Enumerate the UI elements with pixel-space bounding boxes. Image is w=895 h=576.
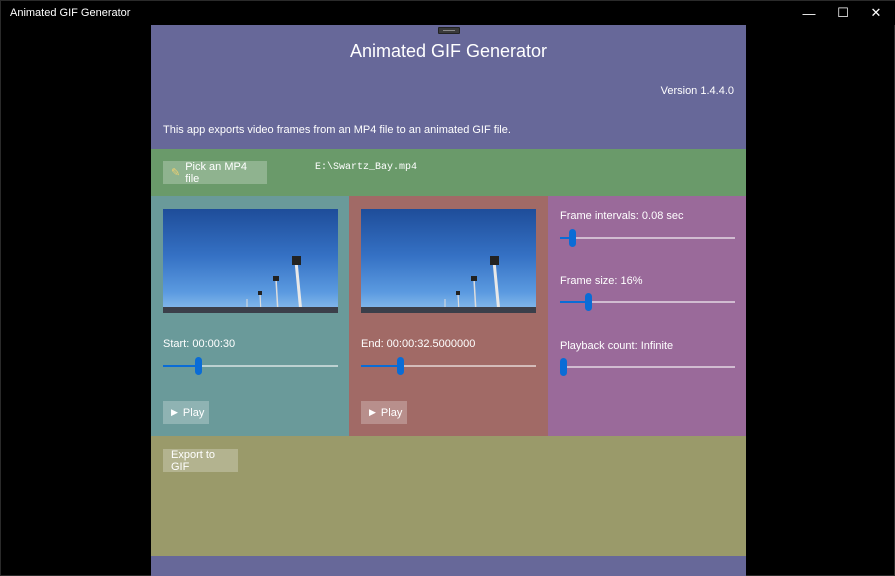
settings-panel: Frame intervals: 0.08 sec Frame size: 16… bbox=[548, 196, 746, 436]
start-frame-thumbnail bbox=[163, 209, 338, 313]
play-icon: ▶ bbox=[171, 407, 178, 417]
page-title: Animated GIF Generator bbox=[349, 41, 548, 61]
drag-handle-icon[interactable] bbox=[438, 27, 460, 34]
slider-fill bbox=[361, 365, 400, 367]
slider-track bbox=[560, 366, 735, 368]
close-icon: ✕ bbox=[870, 5, 882, 20]
export-gif-button[interactable]: Export to GIF bbox=[163, 448, 238, 473]
minimize-icon: — bbox=[802, 5, 816, 21]
slider-thumb[interactable] bbox=[569, 229, 577, 247]
start-play-label: Play bbox=[182, 406, 205, 419]
window-title: Animated GIF Generator bbox=[10, 7, 131, 19]
maximize-icon: ☐ bbox=[837, 5, 849, 20]
slider-thumb[interactable] bbox=[396, 357, 404, 375]
slider-fill bbox=[560, 301, 588, 303]
pick-mp4-button[interactable]: ✎ Pick an MP4 file bbox=[163, 160, 267, 185]
end-play-button[interactable]: ▶ Play bbox=[361, 401, 407, 424]
slider-track bbox=[560, 237, 735, 239]
end-play-label: Play bbox=[380, 406, 403, 419]
end-panel: End: 00:00:32.5000000 ▶ Play bbox=[349, 196, 548, 436]
frame-interval-slider[interactable] bbox=[560, 229, 735, 247]
start-time-label: Start: 00:00:30 bbox=[163, 338, 236, 350]
export-gif-label: Export to GIF bbox=[171, 448, 216, 473]
video-frame-image bbox=[361, 256, 536, 313]
end-frame-thumbnail bbox=[361, 209, 536, 313]
playback-count-label: Playback count: Infinite bbox=[560, 340, 674, 352]
frame-interval-label: Frame intervals: 0.08 sec bbox=[560, 210, 684, 222]
close-button[interactable]: ✕ bbox=[853, 1, 895, 25]
app-content: Animated GIF Generator Version 1.4.4.0 T… bbox=[151, 25, 746, 576]
app-window: Animated GIF Generator — ☐ ✕ Animated GI… bbox=[0, 0, 895, 576]
pick-file-section: ✎ Pick an MP4 file E:\Swartz_Bay.mp4 bbox=[151, 149, 746, 196]
app-description: This app exports video frames from an MP… bbox=[163, 124, 511, 136]
start-panel: Start: 00:00:30 ▶ Play bbox=[151, 196, 349, 436]
magic-wand-icon: ✎ bbox=[171, 167, 181, 179]
video-frame-image bbox=[163, 256, 338, 313]
end-slider[interactable] bbox=[361, 357, 536, 375]
header-section: Animated GIF Generator Version 1.4.4.0 T… bbox=[151, 25, 746, 149]
version-label: Version 1.4.4.0 bbox=[660, 85, 734, 97]
file-path: E:\Swartz_Bay.mp4 bbox=[315, 162, 418, 173]
start-slider[interactable] bbox=[163, 357, 338, 375]
play-icon: ▶ bbox=[369, 407, 376, 417]
export-section: Export to GIF bbox=[151, 436, 746, 556]
start-play-button[interactable]: ▶ Play bbox=[163, 401, 209, 424]
slider-thumb[interactable] bbox=[560, 358, 567, 376]
frame-size-label: Frame size: 16% bbox=[560, 275, 643, 287]
footer-bar bbox=[151, 556, 746, 576]
end-time-label: End: 00:00:32.5000000 bbox=[361, 338, 476, 350]
playback-count-slider[interactable] bbox=[560, 358, 735, 376]
frame-size-slider[interactable] bbox=[560, 293, 735, 311]
slider-thumb[interactable] bbox=[585, 293, 592, 311]
slider-fill bbox=[163, 365, 198, 367]
title-bar[interactable]: Animated GIF Generator — ☐ ✕ bbox=[1, 1, 895, 25]
slider-thumb[interactable] bbox=[195, 357, 202, 375]
pick-mp4-button-label: Pick an MP4 file bbox=[185, 160, 247, 185]
